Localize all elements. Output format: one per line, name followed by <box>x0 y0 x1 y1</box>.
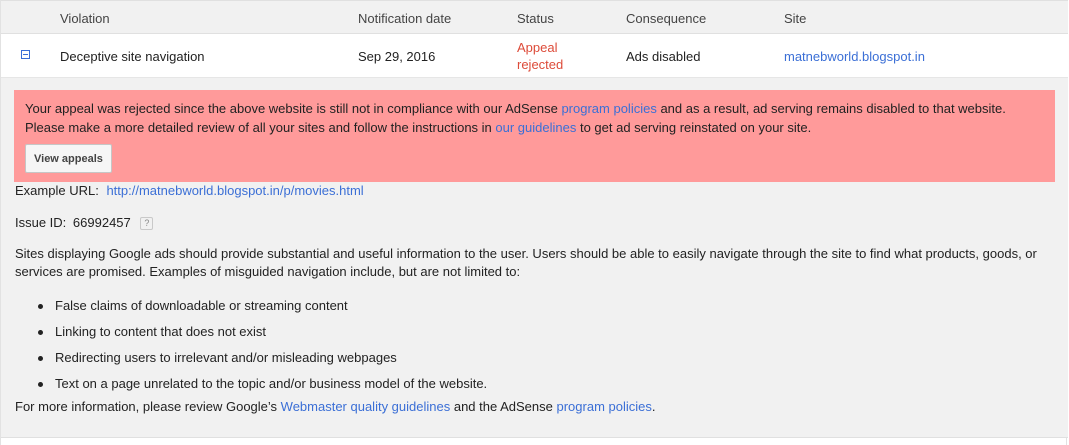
violation-name: Deceptive site navigation <box>60 49 205 64</box>
status-line-1: Appeal <box>517 40 558 55</box>
list-item: Redirecting users to irrelevant and/or m… <box>15 345 487 371</box>
issue-id-value: 66992457 <box>72 215 131 230</box>
list-item: Text on a page unrelated to the topic an… <box>15 371 487 397</box>
appeal-rejected-alert: Your appeal was rejected since the above… <box>14 90 1055 182</box>
more-info-line: For more information, please review Goog… <box>15 399 656 414</box>
footer-program-policies-link[interactable]: program policies <box>557 399 652 414</box>
footer-text-3: . <box>651 399 656 414</box>
issue-id-line: Issue ID: 66992457 ? <box>15 215 154 230</box>
status-line-2: rejected <box>517 57 564 72</box>
header-notification-date: Notification date <box>358 11 452 26</box>
alert-line-1: Your appeal was rejected since the above… <box>25 99 1055 118</box>
header-consequence: Consequence <box>626 11 707 26</box>
policy-description: Sites displaying Google ads should provi… <box>15 246 1037 279</box>
help-question-icon[interactable]: ? <box>140 217 154 230</box>
site-link[interactable]: matnebworld.blogspot.in <box>784 49 925 64</box>
view-appeals-button[interactable]: View appeals <box>25 144 112 173</box>
alert-text-2: and as a result, ad serving remains disa… <box>656 101 1006 116</box>
program-policies-link[interactable]: program policies <box>561 101 656 116</box>
our-guidelines-link[interactable]: our guidelines <box>495 120 576 135</box>
table-row: Deceptive site navigation Sep 29, 2016 A… <box>1 34 1068 78</box>
alert-text-3: Please make a more detailed review of al… <box>25 120 496 135</box>
collapse-minus-icon[interactable] <box>21 50 30 59</box>
example-url-label: Example URL: <box>15 183 99 198</box>
alert-line-2: Please make a more detailed review of al… <box>25 118 1055 137</box>
example-url-line: Example URL: http://matnebworld.blogspot… <box>15 183 364 198</box>
list-item: Linking to content that does not exist <box>15 319 487 345</box>
footer-text-2: and the AdSense <box>450 399 557 414</box>
header-violation: Violation <box>60 11 110 26</box>
notification-date: Sep 29, 2016 <box>358 49 436 64</box>
consequence: Ads disabled <box>626 49 701 64</box>
table-header: Violation Notification date Status Conse… <box>1 0 1068 34</box>
list-item: False claims of downloadable or streamin… <box>15 293 487 319</box>
issue-id-label: Issue ID: <box>15 215 67 230</box>
header-status: Status <box>517 11 554 26</box>
webmaster-guidelines-link[interactable]: Webmaster quality guidelines <box>281 399 451 414</box>
policy-violations-page: Violation Notification date Status Conse… <box>0 0 1068 445</box>
violation-detail-panel: Your appeal was rejected since the above… <box>1 78 1068 438</box>
header-site: Site <box>784 11 807 26</box>
alert-text-4: to get ad serving reinstated on your sit… <box>576 120 812 135</box>
alert-text-1: Your appeal was rejected since the above… <box>25 101 562 116</box>
status-badge: Appeal rejected <box>517 39 563 73</box>
misguided-navigation-list: False claims of downloadable or streamin… <box>15 293 487 397</box>
example-url-link[interactable]: http://matnebworld.blogspot.in/p/movies.… <box>106 183 363 198</box>
footer-text-1: For more information, please review Goog… <box>15 399 281 414</box>
